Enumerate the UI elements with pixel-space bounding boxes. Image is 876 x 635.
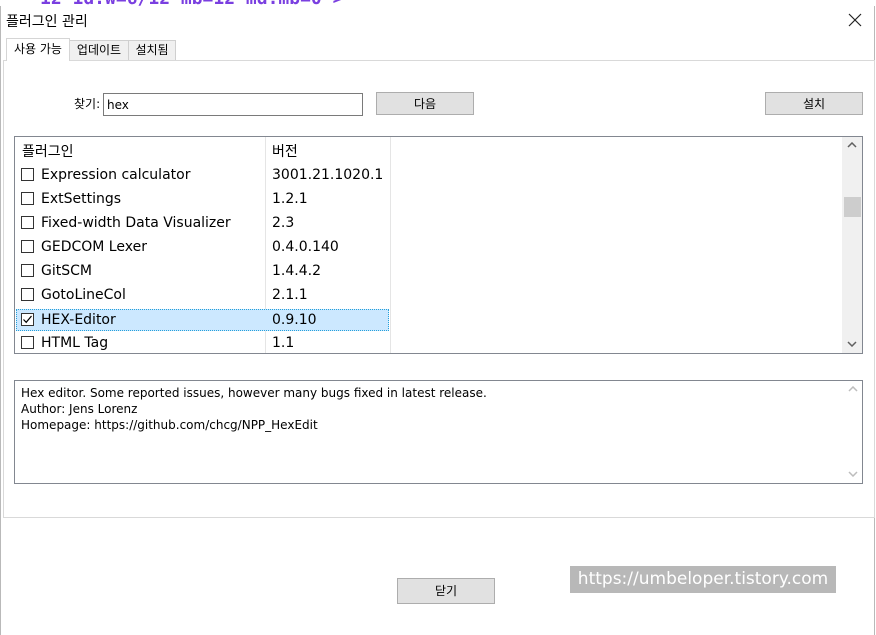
description-line: Homepage: https://github.com/chcg/NPP_He…	[21, 418, 318, 432]
chevron-up-glyph	[847, 385, 858, 392]
table-row[interactable]: GEDCOM Lexer 0.4.0.140	[15, 236, 391, 260]
title-bar: 플러그인 관리	[1, 6, 874, 38]
chevron-down-glyph	[847, 471, 858, 478]
description-scrollbar[interactable]	[843, 381, 862, 483]
tab-available[interactable]: 사용 가능	[6, 38, 70, 61]
plugin-description[interactable]: Hex editor. Some reported issues, howeve…	[14, 380, 863, 484]
description-line: Hex editor. Some reported issues, howeve…	[21, 386, 487, 400]
next-button[interactable]: 다음	[376, 92, 474, 115]
chevron-up-icon[interactable]	[842, 137, 862, 154]
plugin-checkbox[interactable]	[21, 240, 34, 253]
checkmark-icon	[23, 315, 32, 324]
tab-updates[interactable]: 업데이트	[69, 40, 129, 60]
plugin-name: GitSCM	[41, 263, 92, 279]
plugin-version: 1.2.1	[272, 191, 308, 207]
plugin-name: HEX-Editor	[41, 312, 116, 328]
plugin-version: 3001.21.1020.1	[272, 167, 384, 183]
table-row[interactable]: GitSCM 1.4.4.2	[15, 260, 391, 284]
plugin-name: Expression calculator	[41, 167, 191, 183]
chevron-down-icon[interactable]	[843, 466, 862, 483]
column-header-plugin[interactable]: 플러그인	[22, 141, 74, 161]
list-scrollbar[interactable]	[842, 137, 862, 353]
table-row-selected[interactable]: HEX-Editor 0.9.10	[15, 309, 391, 333]
plugin-list[interactable]: 플러그인 버전 Expression calculator 3001.21.10…	[14, 136, 863, 354]
table-row[interactable]: HTML Tag 1.1	[15, 332, 391, 353]
install-button[interactable]: 설치	[765, 92, 863, 115]
description-line: Author: Jens Lorenz	[21, 402, 138, 416]
plugin-checkbox[interactable]	[21, 216, 34, 229]
plugin-version: 2.1.1	[272, 287, 308, 303]
table-row[interactable]: ExtSettings 1.2.1	[15, 188, 391, 212]
table-row[interactable]: Fixed-width Data Visualizer 2.3	[15, 212, 391, 236]
plugin-checkbox[interactable]	[21, 168, 34, 181]
chevron-down-icon[interactable]	[842, 336, 862, 353]
column-header-version[interactable]: 버전	[272, 141, 298, 161]
plugin-checkbox[interactable]	[21, 288, 34, 301]
plugin-version: 1.4.4.2	[272, 263, 321, 279]
tab-installed[interactable]: 설치됨	[128, 40, 176, 60]
plugin-version: 2.3	[272, 215, 295, 231]
chevron-up-icon[interactable]	[843, 381, 862, 398]
plugin-version: 0.9.10	[272, 312, 317, 328]
scrollbar-thumb[interactable]	[844, 197, 861, 217]
chevron-down-glyph	[847, 341, 857, 348]
window-title: 플러그인 관리	[6, 14, 88, 30]
plugin-checkbox[interactable]	[21, 264, 34, 277]
plugin-checkbox-checked[interactable]	[21, 313, 34, 326]
plugin-checkbox[interactable]	[21, 336, 34, 349]
chevron-up-glyph	[847, 141, 857, 148]
table-row[interactable]: Expression calculator 3001.21.1020.1	[15, 164, 391, 188]
plugin-name: GotoLineCol	[41, 287, 126, 303]
plugin-name: HTML Tag	[41, 335, 109, 351]
table-row[interactable]: GotoLineCol 2.1.1	[15, 284, 391, 308]
close-icon[interactable]	[844, 9, 866, 31]
plugin-version: 1.1	[272, 335, 295, 351]
watermark-text: https://umbeloper.tistory.com	[570, 566, 836, 593]
plugin-version: 0.4.0.140	[272, 239, 339, 255]
find-label: 찾기:	[74, 97, 101, 111]
list-header: 플러그인 버전	[15, 137, 844, 163]
close-icon-glyph	[848, 13, 862, 27]
search-input[interactable]	[103, 93, 363, 116]
close-button[interactable]: 닫기	[397, 578, 495, 604]
plugin-checkbox[interactable]	[21, 192, 34, 205]
plugin-name: Fixed-width Data Visualizer	[41, 215, 231, 231]
plugin-name: ExtSettings	[41, 191, 122, 207]
plugin-name: GEDCOM Lexer	[41, 239, 147, 255]
